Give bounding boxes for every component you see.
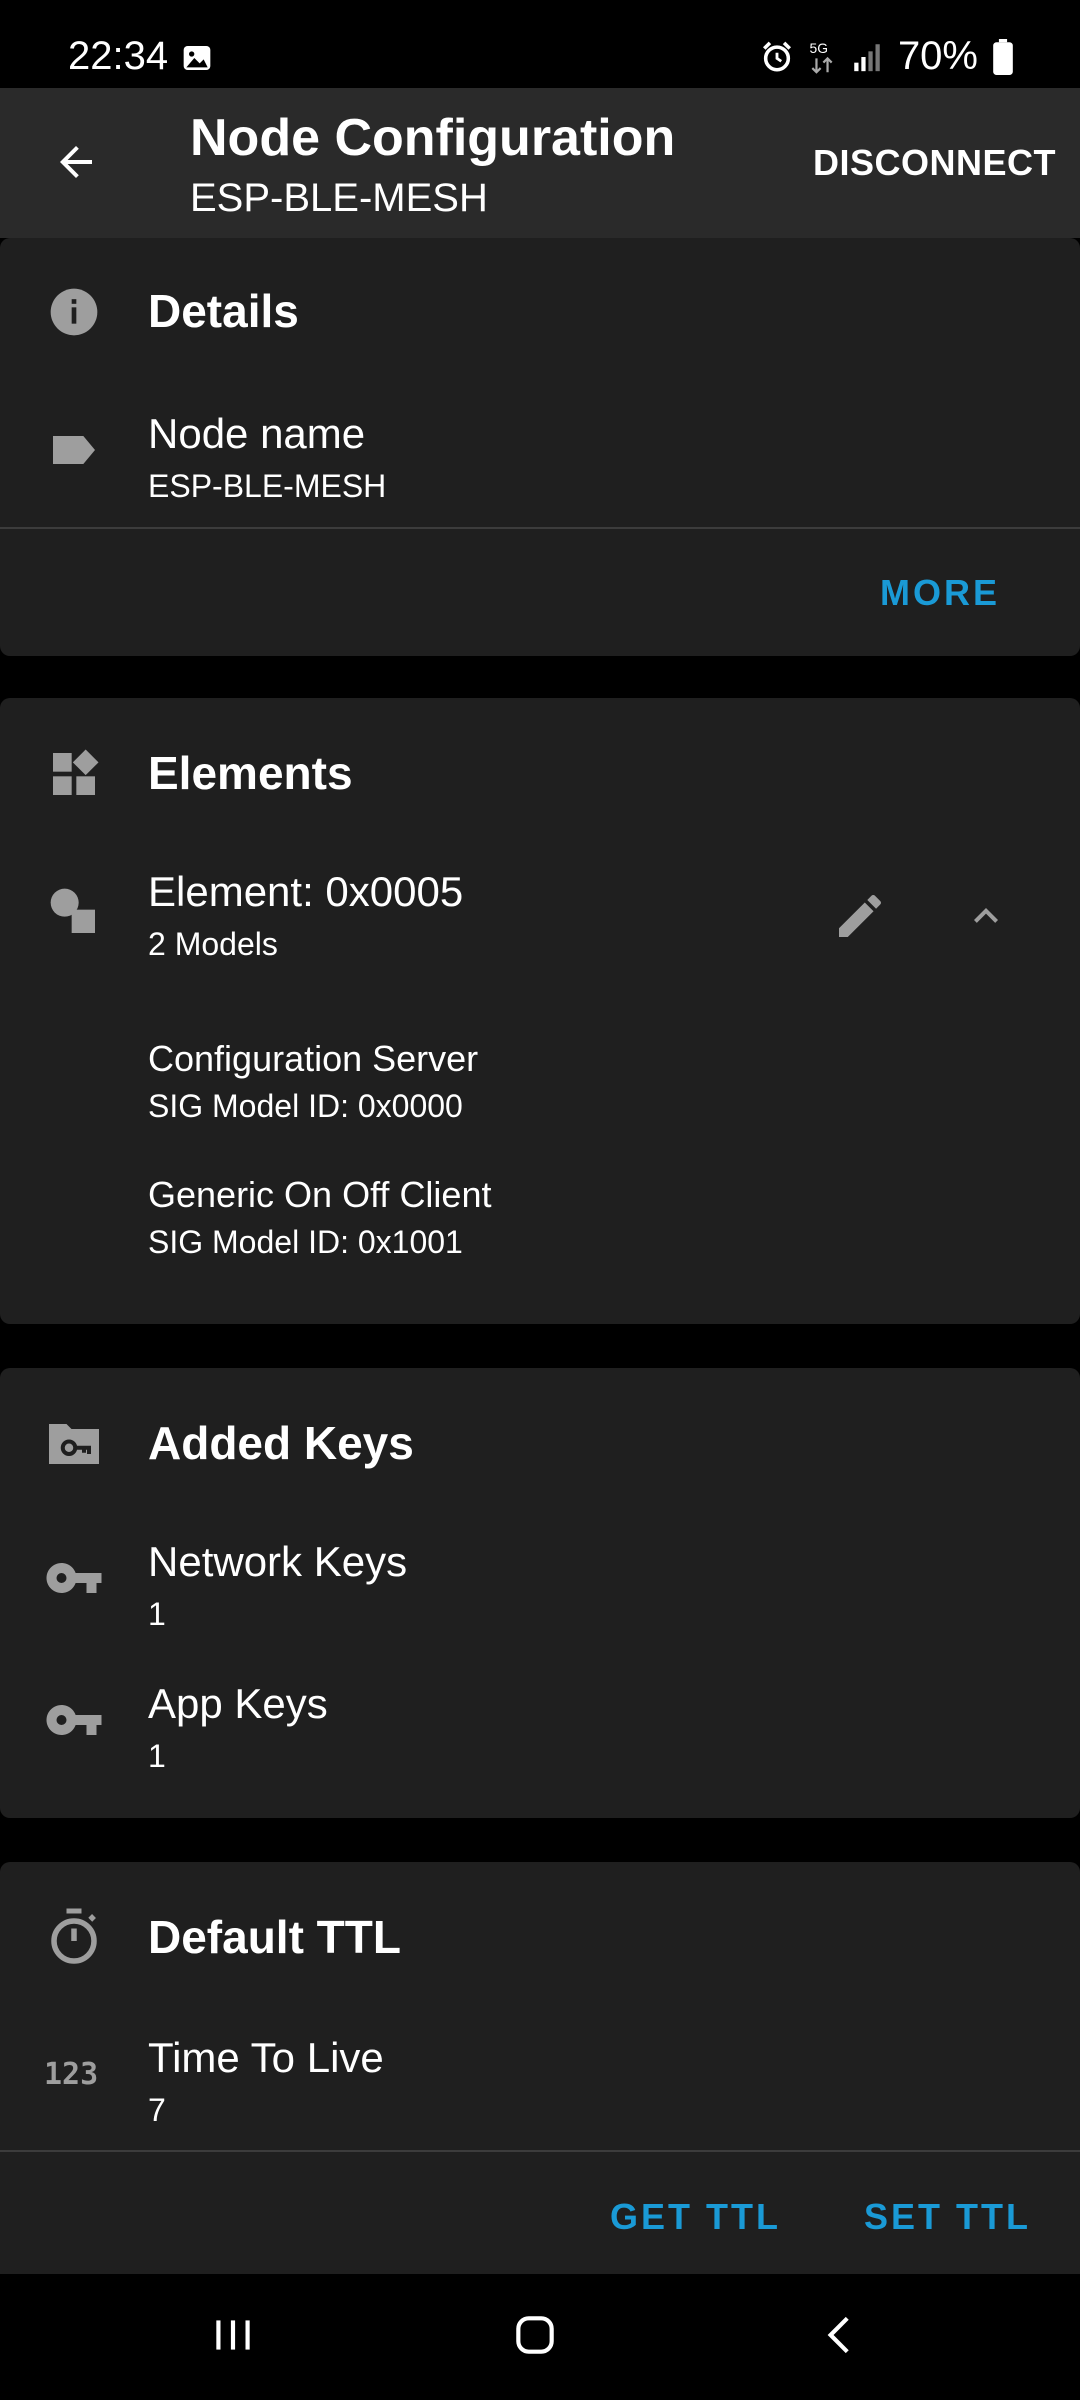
status-bar: 22:34 5G 70% [0,0,1080,88]
page-subtitle: ESP-BLE-MESH [190,176,488,220]
app-bar: Node Configuration ESP-BLE-MESH DISCONNE… [0,88,1080,238]
element-models-count: 2 Models [148,926,278,962]
chevron-left-icon [827,2316,849,2354]
details-card: Details Node name ESP-BLE-MESH MORE [0,238,1080,656]
app-keys-label[interactable]: App Keys [148,1680,328,1728]
alarm-icon [762,41,791,72]
5g-icon: 5G [809,39,833,74]
default-ttl-title: Default TTL [148,1911,401,1963]
collapse-button[interactable] [946,876,1026,956]
get-ttl-button[interactable]: GET TTL [610,2196,781,2238]
node-name-value: ESP-BLE-MESH [148,468,387,504]
model-id: SIG Model ID: 0x0000 [148,1088,463,1124]
edit-element-button[interactable] [820,876,900,956]
arrow-back-icon [60,146,92,178]
added-keys-card: Added Keys Network Keys 1 App Keys 1 [0,1368,1080,1818]
key-icon [42,1688,106,1752]
label-icon [42,418,106,482]
set-ttl-button[interactable]: SET TTL [864,2196,1031,2238]
back-button[interactable] [40,126,112,198]
disconnect-button[interactable]: DISCONNECT [813,142,1056,184]
page-title: Node Configuration [190,109,676,167]
model-name[interactable]: Generic On Off Client [148,1174,491,1216]
divider [0,527,1080,529]
app-keys-count: 1 [148,1738,166,1774]
model-name[interactable]: Configuration Server [148,1038,478,1080]
key-icon [42,1546,106,1610]
gallery-icon [183,46,211,70]
signal-icon [854,43,880,71]
home-icon [516,2316,554,2354]
svg-text:123: 123 [44,2057,98,2092]
back-nav-button[interactable] [796,2300,886,2370]
more-button[interactable]: MORE [880,572,1000,614]
numbers-123-icon: 123 [42,2040,106,2104]
elements-card: Elements Element: 0x0005 2 Models Config… [0,698,1080,1324]
shapes-icon [42,880,106,944]
pencil-icon [839,894,882,937]
elements-title: Elements [148,747,353,799]
status-icons: 5G 70% [760,34,1014,79]
node-name-label: Node name [148,410,366,457]
recent-apps-icon [216,2320,250,2350]
battery-percent: 70% [897,34,978,78]
chevron-up-icon [974,908,998,923]
timer-icon [42,1904,106,1968]
network-keys-count: 1 [148,1596,166,1632]
ttl-label[interactable]: Time To Live [148,2034,384,2082]
widgets-icon [42,742,106,806]
navigation-bar [0,2274,1080,2400]
key-folder-icon [42,1412,106,1476]
status-time: 22:34 [68,34,169,78]
network-keys-label[interactable]: Network Keys [148,1538,407,1586]
ttl-value: 7 [148,2092,166,2128]
element-title: Element: 0x0005 [148,868,464,915]
svg-text:5G: 5G [809,39,827,55]
default-ttl-card: Default TTL 123 Time To Live 7 GET TTL S… [0,1862,1080,2274]
divider [0,2150,1080,2152]
details-title: Details [148,285,299,337]
added-keys-title: Added Keys [148,1417,414,1469]
battery-icon [993,38,1013,75]
info-icon [42,280,106,344]
model-id: SIG Model ID: 0x1001 [148,1224,463,1260]
recent-apps-button[interactable] [188,2300,278,2370]
home-button[interactable] [490,2300,580,2370]
